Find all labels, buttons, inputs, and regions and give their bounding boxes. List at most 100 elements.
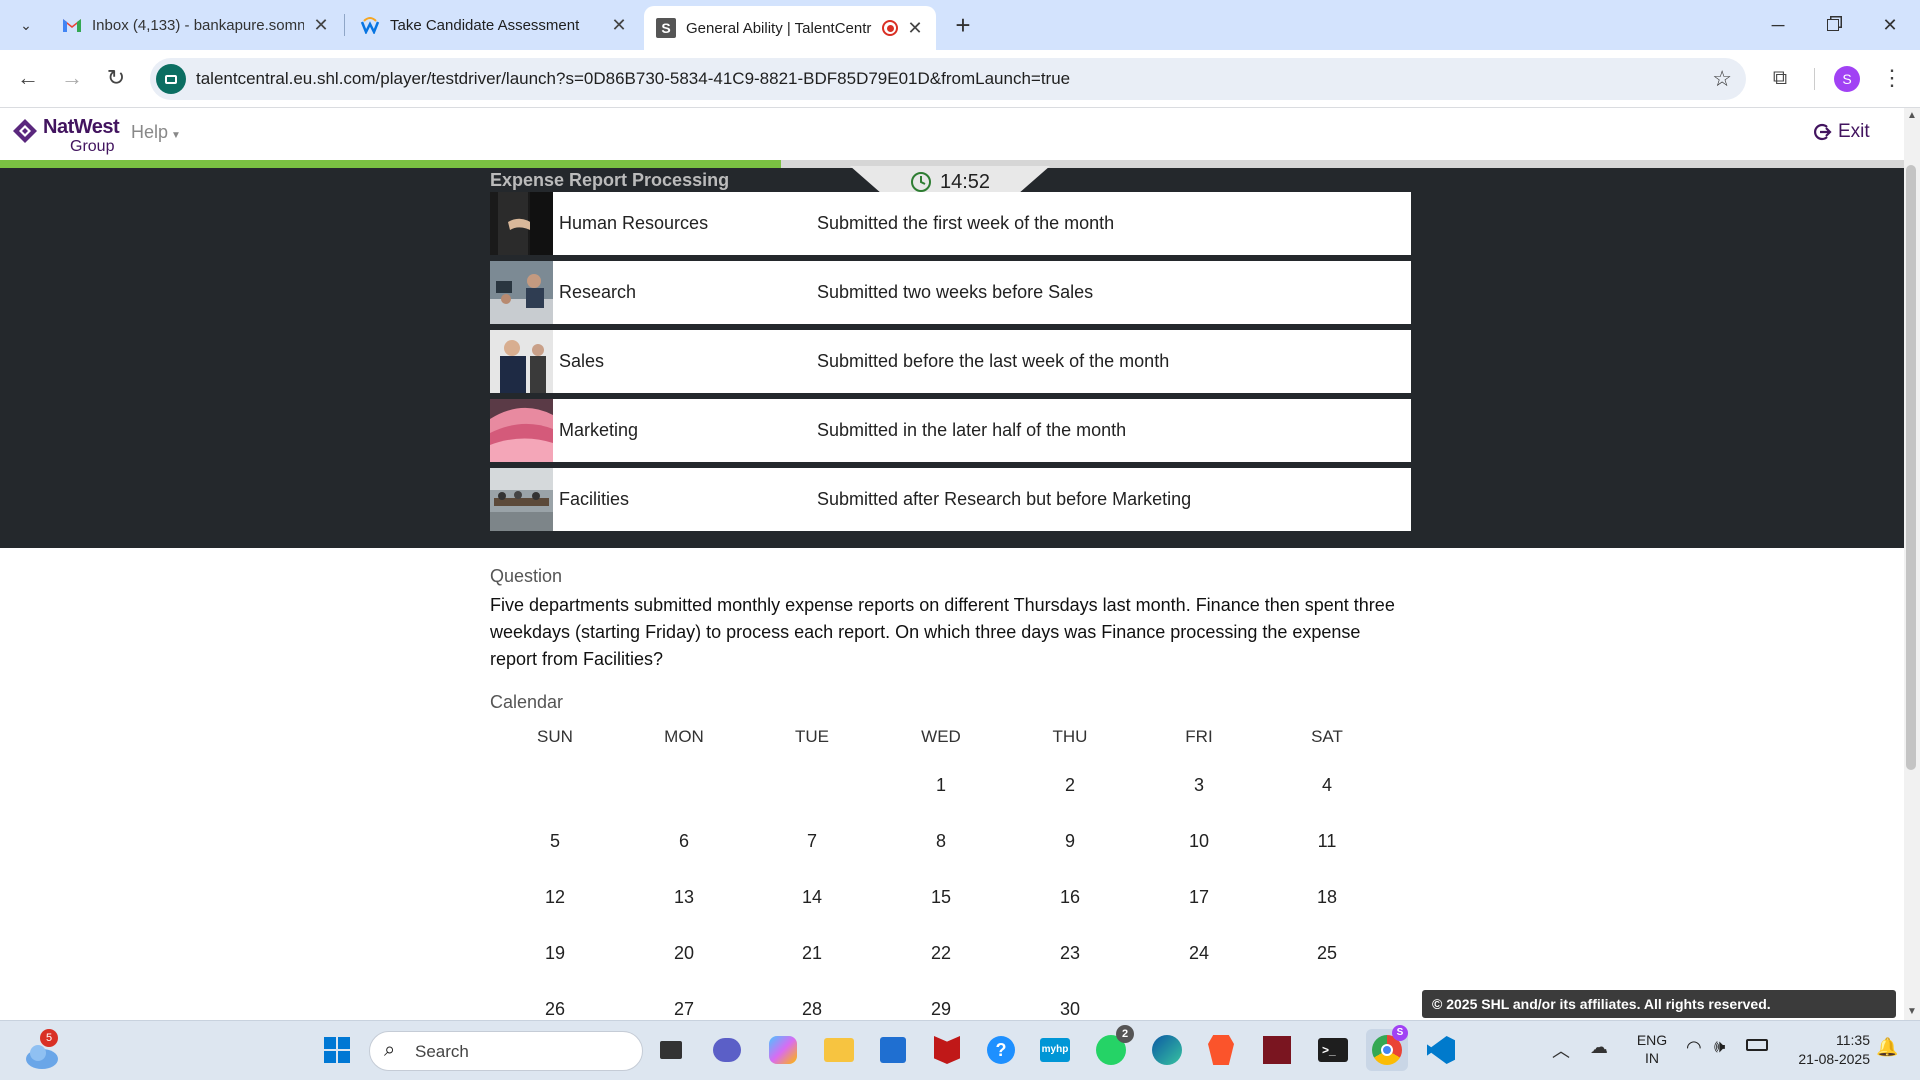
department-name: Human Resources: [559, 213, 709, 233]
clock[interactable]: 11:35 21-08-2025: [1780, 1031, 1870, 1069]
notifications-icon[interactable]: 🔔: [1876, 1037, 1898, 1058]
region-code: IN: [1645, 1050, 1659, 1066]
reload-icon[interactable]: ↻: [98, 60, 134, 96]
question-label: Question: [490, 566, 563, 586]
brand-name: NatWest: [43, 116, 120, 138]
language-code: ENG: [1636, 1032, 1668, 1048]
natwest-logo-icon: [13, 119, 37, 143]
close-tab-icon[interactable]: ✕: [610, 15, 628, 36]
copilot-icon[interactable]: [762, 1029, 804, 1071]
help-app-icon[interactable]: ?: [980, 1029, 1022, 1071]
browser-toolbar: ← → ↻ talentcentral.eu.shl.com/player/te…: [0, 50, 1920, 108]
tab-workday[interactable]: Take Candidate Assessment ✕: [348, 6, 640, 44]
calendar-day-header: MON: [664, 727, 704, 746]
myhp-icon[interactable]: myhp: [1034, 1029, 1076, 1071]
close-window-icon[interactable]: ✕: [1870, 8, 1910, 42]
calendar-day: 15: [930, 887, 952, 907]
taskbar-search[interactable]: ⌕ Search: [369, 1031, 643, 1071]
table-row: Human Resources Submitted the first week…: [490, 192, 1411, 255]
calendar-label: Calendar: [490, 692, 564, 712]
volume-icon[interactable]: 🕪: [1714, 1036, 1725, 1057]
tab-talentcentral[interactable]: S General Ability | TalentCentr ✕: [644, 6, 936, 50]
clock-date: 21-08-2025: [1798, 1051, 1870, 1067]
close-tab-icon[interactable]: ✕: [312, 15, 330, 36]
file-explorer-icon[interactable]: [818, 1029, 860, 1071]
exit-button[interactable]: Exit: [1812, 121, 1870, 143]
vscode-icon[interactable]: [1420, 1029, 1462, 1071]
calendar-day: 28: [801, 999, 823, 1019]
table-row: Facilities Submitted after Research but …: [490, 468, 1411, 531]
edge-icon[interactable]: [1146, 1029, 1188, 1071]
human-resources-photo: [490, 192, 553, 255]
calendar-day-header: TUE: [795, 727, 829, 746]
profile-avatar[interactable]: S: [1834, 66, 1860, 92]
onedrive-icon[interactable]: ☁: [1590, 1037, 1608, 1058]
weather-widget[interactable]: 5: [22, 1029, 62, 1071]
extensions-icon[interactable]: ⧉: [1762, 60, 1798, 96]
caret-down-icon: ▼: [171, 130, 181, 141]
recording-icon: [882, 20, 898, 36]
chrome-menu-icon[interactable]: ⋮: [1874, 60, 1910, 96]
scroll-up-icon[interactable]: ▲: [1907, 110, 1917, 121]
calendar-day: 11: [1317, 831, 1337, 851]
scrollbar-thumb[interactable]: [1906, 165, 1916, 770]
department-name: Facilities: [559, 489, 630, 509]
table-row: Research Submitted two weeks before Sale…: [490, 261, 1411, 324]
chrome-icon[interactable]: S: [1366, 1025, 1408, 1071]
calendar-day-header: SAT: [1311, 727, 1343, 746]
address-bar[interactable]: talentcentral.eu.shl.com/player/testdriv…: [150, 58, 1746, 100]
mcafee-icon[interactable]: [926, 1029, 968, 1071]
tab-search-button[interactable]: ⌄: [10, 9, 42, 41]
calendar-day: 5: [549, 831, 560, 851]
calendar-day-header: WED: [921, 727, 961, 746]
tab-gmail[interactable]: Inbox (4,133) - bankapure.somn ✕: [50, 6, 342, 44]
restore-icon[interactable]: [1813, 8, 1853, 42]
site-info-icon[interactable]: [156, 64, 186, 94]
scroll-down-icon[interactable]: ▼: [1907, 1006, 1917, 1017]
minimize-icon[interactable]: ─: [1758, 8, 1798, 42]
sales-photo: [490, 330, 553, 393]
battery-icon[interactable]: [1746, 1039, 1768, 1051]
brave-icon[interactable]: [1200, 1029, 1242, 1071]
show-hidden-icons[interactable]: ︿: [1552, 1037, 1570, 1063]
new-tab-button[interactable]: +: [948, 10, 978, 40]
calendar-day: 6: [678, 831, 689, 851]
calendar-day-header: SUN: [537, 727, 573, 746]
table-row: Sales Submitted before the last week of …: [490, 330, 1411, 393]
tab-title: Take Candidate Assessment: [390, 16, 580, 34]
department-name: Marketing: [559, 420, 639, 440]
calendar-day: 26: [544, 999, 566, 1019]
question-text: Five departments submitted monthly expen…: [490, 595, 1395, 669]
microsoft-store-icon[interactable]: [872, 1029, 914, 1071]
terminal-icon[interactable]: >_: [1312, 1029, 1354, 1071]
help-menu[interactable]: Help ▼: [131, 122, 181, 143]
calendar-day: 21: [801, 943, 823, 963]
copyright-notice: © 2025 SHL and/or its affiliates. All ri…: [1422, 990, 1896, 1018]
whatsapp-icon[interactable]: 2: [1090, 1025, 1134, 1071]
workday-icon: [360, 17, 380, 34]
close-tab-icon[interactable]: ✕: [906, 18, 924, 39]
app-icon[interactable]: [1256, 1029, 1298, 1071]
data-panel: Expense Report Processing 14:52 Human Re…: [0, 166, 1904, 548]
toolbar-divider: [1814, 68, 1815, 90]
weather-badge: 5: [40, 1029, 58, 1047]
search-icon: ⌕: [384, 1039, 396, 1061]
windows-start-icon[interactable]: [316, 1029, 358, 1071]
calendar-day: 29: [930, 999, 952, 1019]
calendar-day: 20: [673, 943, 695, 963]
back-icon[interactable]: ←: [10, 60, 46, 96]
tab-title: General Ability | TalentCentr: [686, 19, 872, 37]
calendar-day: 3: [1193, 775, 1204, 795]
language-indicator[interactable]: ENG IN: [1632, 1031, 1672, 1067]
department-name: Sales: [559, 351, 605, 371]
calendar-day: 10: [1188, 831, 1210, 851]
bookmark-star-icon[interactable]: ☆: [1712, 66, 1732, 92]
task-view-icon[interactable]: [650, 1029, 692, 1071]
calendar-day-header: FRI: [1185, 727, 1213, 746]
forward-icon[interactable]: →: [54, 60, 90, 96]
department-clue: Submitted after Research but before Mark…: [817, 489, 1192, 509]
teams-chat-icon[interactable]: [706, 1029, 748, 1071]
whatsapp-badge: 2: [1116, 1025, 1134, 1043]
wifi-icon[interactable]: ◠: [1686, 1037, 1702, 1058]
url-text[interactable]: talentcentral.eu.shl.com/player/testdriv…: [196, 58, 1070, 100]
